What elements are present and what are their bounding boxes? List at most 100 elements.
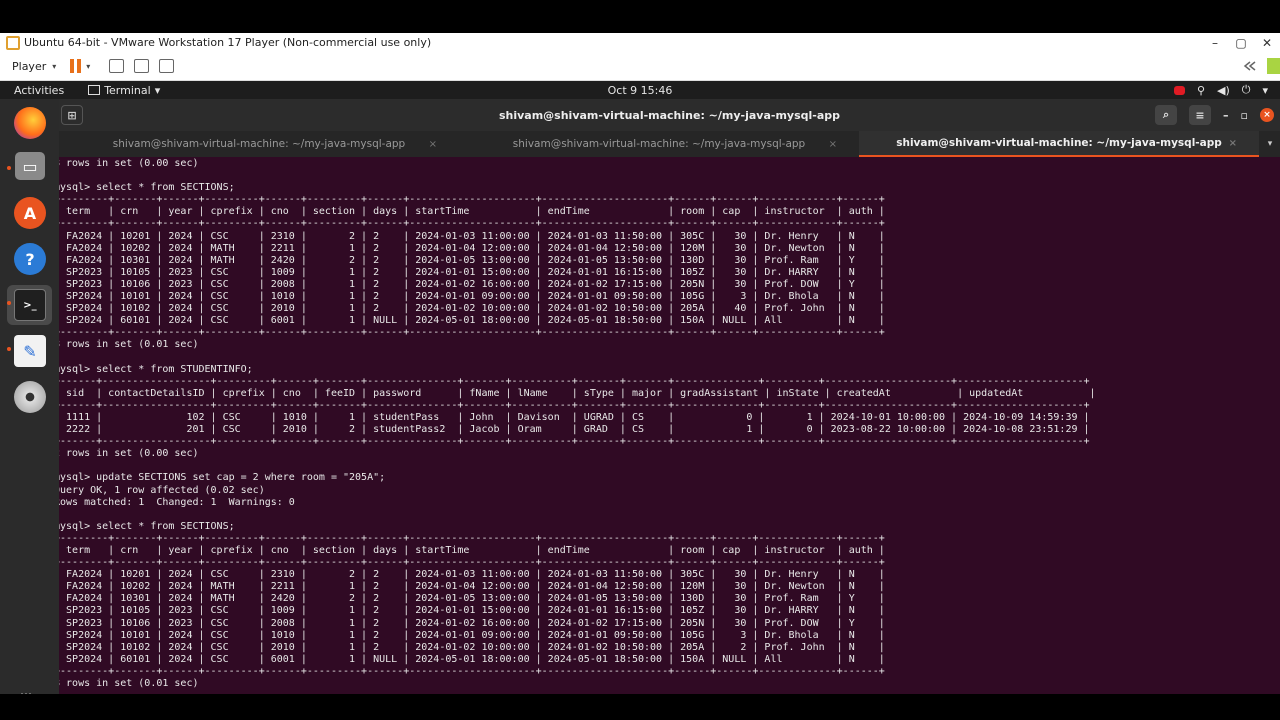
vmware-window-title: Ubuntu 64-bit - VMware Workstation 17 Pl… <box>24 36 432 49</box>
terminal-line: mysql> select * from SECTIONS; <box>59 520 235 532</box>
terminal-line: | SP2023 | 10106 | 2023 | CSC | 2008 | 1… <box>59 278 885 290</box>
player-menu-button[interactable]: Player <box>12 60 46 73</box>
terminal-line: | FA2024 | 10201 | 2024 | CSC | 2310 | 2… <box>59 569 885 581</box>
terminal-line: | FA2024 | 10201 | 2024 | CSC | 2310 | 2… <box>59 230 885 242</box>
close-icon[interactable]: × <box>1260 108 1274 122</box>
terminal-tab-bar: shivam@shivam-virtual-machine: ~/my-java… <box>59 131 1280 157</box>
app-menu-label: Terminal <box>104 83 151 97</box>
terminal-line: +------+------------------+---------+---… <box>59 436 1090 448</box>
terminal-line: mysql> select * from STUDENTINFO; <box>59 363 253 375</box>
terminal-line: | SP2024 | 60101 | 2024 | CSC | 6001 | 1… <box>59 653 885 665</box>
tab-label: shivam@shivam-virtual-machine: ~/my-java… <box>512 138 806 150</box>
tab-close-icon[interactable]: × <box>429 139 437 150</box>
new-tab-icon[interactable]: ⊞ <box>61 105 83 125</box>
terminal-small-icon <box>88 85 101 95</box>
terminal-line: mysql> select * from SECTIONS; <box>59 182 235 194</box>
terminal-line: | sid | contactDetailsID | cprefix | cno… <box>59 387 1096 399</box>
close-icon[interactable]: ✕ <box>1254 36 1280 50</box>
terminal-line: | SP2024 | 10102 | 2024 | CSC | 2010 | 1… <box>59 303 885 315</box>
network-icon[interactable]: ⚲ <box>1197 84 1205 97</box>
double-chevron-left-icon[interactable] <box>1243 61 1257 71</box>
terminal-window-title: shivam@shivam-virtual-machine: ~/my-java… <box>498 108 841 122</box>
terminal-line: | term | crn | year | cprefix | cno | se… <box>59 545 885 556</box>
terminal-line: +------+------------------+---------+---… <box>59 375 1090 387</box>
dock-running-indicator <box>7 301 11 305</box>
unity-icon[interactable] <box>159 59 175 73</box>
terminal-line: | FA2024 | 10301 | 2024 | MATH | 2420 | … <box>59 593 885 605</box>
dvd-icon[interactable] <box>14 381 46 413</box>
text-editor-icon[interactable]: ✎ <box>14 335 46 367</box>
terminal-tab-1[interactable]: shivam@shivam-virtual-machine: ~/my-java… <box>59 131 459 157</box>
ubuntu-top-bar: Activities Terminal ▾ Oct 9 15:46 ⚲ ◀) ⏻… <box>0 81 1280 99</box>
terminal-line: | 2222 | 201 | CSC | 2010 | 2 | studentP… <box>59 424 1090 436</box>
terminal-line: | 1111 | 102 | CSC | 1010 | 1 | studentP… <box>59 411 1090 423</box>
terminal-tab-3[interactable]: shivam@shivam-virtual-machine: ~/my-java… <box>859 131 1259 157</box>
vmware-toolbar: Player ▾ ▾ <box>0 52 1280 81</box>
chevron-down-icon[interactable]: ▾ <box>52 62 56 71</box>
clock[interactable]: Oct 9 15:46 <box>0 84 1280 97</box>
fullscreen-icon[interactable] <box>134 59 150 73</box>
send-ctrl-alt-del-icon[interactable] <box>109 59 125 73</box>
vmware-title-bar: Ubuntu 64-bit - VMware Workstation 17 Pl… <box>0 33 1280 52</box>
terminal-line: +--------+-------+------+---------+-----… <box>59 327 885 339</box>
terminal-line: | SP2023 | 10105 | 2023 | CSC | 1009 | 1… <box>59 266 885 278</box>
terminal-line: +--------+-------+------+---------+-----… <box>59 557 885 569</box>
tabs-overflow-icon[interactable]: ▾ <box>1260 131 1280 157</box>
tab-label: shivam@shivam-virtual-machine: ~/my-java… <box>896 137 1222 149</box>
letterbox-bottom <box>0 694 1280 720</box>
search-icon[interactable]: ⌕ <box>1155 105 1178 125</box>
terminal-line: | FA2024 | 10202 | 2024 | MATH | 2211 | … <box>59 242 885 254</box>
terminal-line: 8 rows in set (0.00 sec) <box>59 158 199 169</box>
terminal-output-area[interactable]: 8 rows in set (0.00 sec) mysql> select *… <box>59 157 1280 694</box>
terminal-line: 8 rows in set (0.01 sec) <box>59 678 199 690</box>
app-center-icon[interactable]: A <box>14 197 46 229</box>
firefox-icon[interactable] <box>14 107 46 139</box>
letterbox-top <box>0 0 1280 33</box>
minimize-icon[interactable]: – <box>1202 36 1228 50</box>
vm-status-icon[interactable] <box>1267 58 1280 74</box>
chevron-down-icon: ▾ <box>154 83 161 97</box>
files-icon[interactable]: ▭ <box>15 152 45 180</box>
terminal-line: | term | crn | year | cprefix | cno | se… <box>59 206 885 218</box>
terminal-line: | SP2023 | 10106 | 2023 | CSC | 2008 | 1… <box>59 617 885 629</box>
terminal-tab-2[interactable]: shivam@shivam-virtual-machine: ~/my-java… <box>459 131 859 157</box>
terminal-output: 8 rows in set (0.00 sec) mysql> select *… <box>59 158 1096 690</box>
hamburger-menu-icon[interactable]: ≡ <box>1189 105 1212 125</box>
terminal-icon[interactable]: >_ <box>14 289 46 321</box>
terminal-line: mysql> update SECTIONS set cap = 2 where… <box>59 472 386 484</box>
volume-icon[interactable]: ◀) <box>1217 84 1230 97</box>
help-icon[interactable]: ? <box>14 243 46 275</box>
pause-icon[interactable] <box>70 59 82 73</box>
terminal-line: +--------+-------+------+---------+-----… <box>59 194 885 206</box>
ubuntu-dock: ▭ A ? >_ ✎ ⋯ <box>0 99 59 701</box>
maximize-icon[interactable]: ▫ <box>1241 109 1248 122</box>
vmware-window-controls: – ▢ ✕ <box>1202 36 1280 50</box>
terminal-line: Rows matched: 1 Changed: 1 Warnings: 0 <box>59 496 295 508</box>
terminal-app-menu[interactable]: Terminal ▾ <box>88 84 160 97</box>
screen-record-icon[interactable] <box>1173 85 1185 95</box>
terminal-line: | SP2024 | 10101 | 2024 | CSC | 1010 | 1… <box>59 291 885 303</box>
terminal-line: | SP2024 | 10101 | 2024 | CSC | 1010 | 1… <box>59 629 885 641</box>
tab-close-icon[interactable]: × <box>1229 138 1237 149</box>
dock-running-indicator <box>7 347 11 351</box>
maximize-icon[interactable]: ▢ <box>1228 36 1254 50</box>
terminal-line: 8 rows in set (0.01 sec) <box>59 339 199 351</box>
activities-button[interactable]: Activities <box>14 84 64 97</box>
terminal-line: Query OK, 1 row affected (0.02 sec) <box>59 484 265 496</box>
tab-close-icon[interactable]: × <box>829 139 837 150</box>
terminal-line: | SP2023 | 10105 | 2023 | CSC | 1009 | 1… <box>59 605 885 617</box>
minimize-icon[interactable]: – <box>1223 109 1229 122</box>
terminal-line: +--------+-------+------+---------+-----… <box>59 665 885 677</box>
terminal-line: | SP2024 | 60101 | 2024 | CSC | 6001 | 1… <box>59 315 885 327</box>
terminal-line: +--------+-------+------+---------+-----… <box>59 532 885 544</box>
system-tray[interactable]: ⚲ ◀) ⏻ ▾ <box>1173 83 1268 97</box>
pause-dropdown-icon[interactable]: ▾ <box>86 62 90 71</box>
terminal-line: +------+------------------+---------+---… <box>59 399 1090 411</box>
chevron-down-icon[interactable]: ▾ <box>1262 84 1268 97</box>
dock-running-indicator <box>7 166 11 170</box>
power-icon[interactable]: ⏻ <box>1242 83 1251 97</box>
